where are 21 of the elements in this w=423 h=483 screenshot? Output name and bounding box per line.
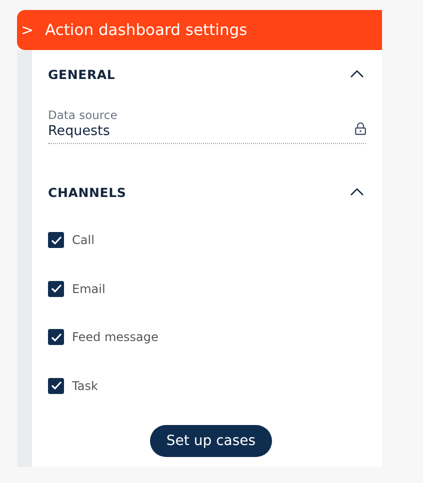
checkbox-label: Task xyxy=(72,378,98,393)
checkbox[interactable] xyxy=(48,378,64,394)
checkbox[interactable] xyxy=(48,280,64,297)
chevron-up-icon[interactable] xyxy=(350,70,364,78)
checkbox[interactable] xyxy=(48,232,64,248)
checkbox[interactable] xyxy=(48,329,64,346)
field-value: Requests xyxy=(48,123,111,139)
check-icon xyxy=(50,381,62,390)
panel-title: Action dashboard settings xyxy=(45,21,248,39)
field-label: Data source xyxy=(48,108,118,122)
checkbox-label: Call xyxy=(72,233,94,248)
data-source-field[interactable]: Data source Requests xyxy=(48,98,366,144)
chevron-up-icon[interactable] xyxy=(350,188,364,196)
checkbox-label: Feed message xyxy=(72,330,158,344)
checkbox-label: Email xyxy=(72,282,106,296)
check-icon xyxy=(50,236,62,245)
check-icon xyxy=(50,332,62,342)
check-icon xyxy=(50,284,62,294)
set-up-cases-button[interactable]: Set up cases xyxy=(150,425,272,457)
section-title: GENERAL xyxy=(48,66,116,82)
section-title: CHANNELS xyxy=(48,184,126,200)
